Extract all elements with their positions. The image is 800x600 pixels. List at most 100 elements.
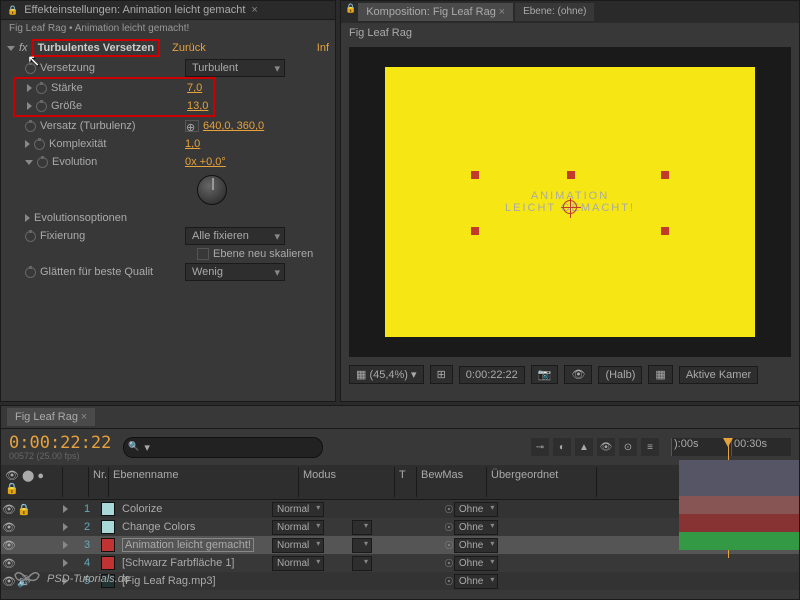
evolution-dial[interactable] bbox=[197, 175, 227, 205]
prop-evo-opts: Evolutionsoptionen bbox=[1, 209, 335, 227]
comp-subtab[interactable]: Fig Leaf Rag bbox=[341, 23, 799, 43]
parent-dropdown[interactable]: Ohne bbox=[454, 538, 498, 553]
track-bar[interactable] bbox=[679, 532, 799, 550]
stopwatch-icon[interactable] bbox=[25, 121, 36, 132]
parent-dropdown[interactable]: Ohne bbox=[454, 520, 498, 535]
layer-name[interactable]: Animation leicht gemacht! bbox=[96, 538, 272, 552]
layer-name[interactable]: Colorize bbox=[96, 502, 272, 516]
color-swatch[interactable] bbox=[101, 520, 115, 534]
current-timecode[interactable]: 0:00:22:22 bbox=[9, 433, 111, 453]
selection-handle[interactable] bbox=[471, 171, 479, 179]
trkmat-dropdown[interactable] bbox=[352, 538, 372, 553]
tab-timeline[interactable]: Fig Leaf Rag × bbox=[7, 408, 95, 426]
timeline-toolbar: ⊸ ◐ ▲ 👁 ⊙ ≡ bbox=[531, 438, 659, 456]
selection-handle[interactable] bbox=[471, 227, 479, 235]
expand-icon[interactable] bbox=[63, 505, 68, 513]
composition-panel: 🔒 Komposition: Fig Leaf Rag × Ebene: (oh… bbox=[340, 0, 800, 402]
layer-name[interactable]: Change Colors bbox=[96, 520, 272, 534]
stopwatch-icon[interactable] bbox=[34, 139, 45, 150]
tab-composition[interactable]: Komposition: Fig Leaf Rag × bbox=[358, 3, 513, 21]
parent-dropdown[interactable]: Ohne bbox=[454, 574, 498, 589]
lock-icon[interactable]: 🔒 bbox=[7, 5, 18, 16]
mode-dropdown[interactable]: Normal bbox=[272, 520, 324, 535]
visibility-toggle[interactable]: 👁 bbox=[1, 521, 17, 534]
tool-icon[interactable]: ⊙ bbox=[619, 438, 637, 456]
mode-dropdown[interactable]: Normal bbox=[272, 556, 324, 571]
pickwhip-icon[interactable]: ☉ bbox=[444, 521, 454, 534]
zoom-dropdown[interactable]: ▦ (45,4%) ▾ bbox=[349, 365, 424, 384]
track-area[interactable] bbox=[679, 460, 799, 550]
parent-dropdown[interactable]: Ohne bbox=[454, 556, 498, 571]
tool-icon[interactable]: ⊸ bbox=[531, 438, 549, 456]
color-swatch[interactable] bbox=[101, 538, 115, 552]
expand-icon[interactable] bbox=[27, 102, 32, 110]
expand-icon[interactable] bbox=[27, 84, 32, 92]
selection-handle[interactable] bbox=[661, 227, 669, 235]
staerke-value[interactable]: 7,0 bbox=[187, 82, 202, 94]
view-control[interactable]: ▦ bbox=[648, 365, 672, 384]
pickwhip-icon[interactable]: ☉ bbox=[444, 539, 454, 552]
versetzung-dropdown[interactable]: Turbulent bbox=[185, 59, 285, 77]
stopwatch-icon[interactable] bbox=[25, 267, 36, 278]
lock-icon[interactable]: 🔒 bbox=[17, 503, 31, 516]
versatz-value[interactable]: 640,0, 360,0 bbox=[203, 120, 264, 132]
selection-handle[interactable] bbox=[661, 171, 669, 179]
tool-icon[interactable]: 👁 bbox=[597, 438, 615, 456]
prop-staerke: Stärke 7,0 bbox=[15, 79, 213, 97]
parent-dropdown[interactable]: Ohne bbox=[454, 502, 498, 517]
tool-icon[interactable]: ◐ bbox=[553, 438, 571, 456]
trkmat-dropdown[interactable] bbox=[352, 520, 372, 535]
evolution-value[interactable]: 0x +0,0° bbox=[185, 156, 226, 168]
stopwatch-icon[interactable] bbox=[25, 231, 36, 242]
mode-dropdown[interactable]: Normal bbox=[272, 538, 324, 553]
trkmat-dropdown[interactable] bbox=[352, 556, 372, 571]
search-input[interactable]: ▾ bbox=[123, 437, 323, 458]
selection-handle[interactable] bbox=[567, 171, 575, 179]
anchor-point-icon[interactable] bbox=[563, 200, 577, 214]
collapse-icon[interactable] bbox=[7, 46, 15, 51]
reset-link[interactable]: Zurück bbox=[172, 42, 206, 54]
viewport[interactable]: ANIMATION LEICHT GEMACHT! bbox=[349, 47, 791, 357]
expand-icon[interactable] bbox=[25, 140, 30, 148]
expand-icon[interactable] bbox=[63, 523, 68, 531]
visibility-toggle[interactable]: 👁 bbox=[1, 539, 17, 552]
track-bar[interactable] bbox=[679, 514, 799, 532]
close-icon[interactable]: × bbox=[251, 4, 257, 16]
expand-icon[interactable] bbox=[25, 214, 30, 222]
expand-icon[interactable] bbox=[63, 541, 68, 549]
track-bar[interactable] bbox=[679, 478, 799, 496]
position-icon[interactable]: ⊕ bbox=[185, 120, 199, 132]
snapshot-icon[interactable]: 📷 bbox=[531, 365, 559, 384]
tool-icon[interactable]: ▲ bbox=[575, 438, 593, 456]
komplex-value[interactable]: 1,0 bbox=[185, 138, 200, 150]
color-swatch[interactable] bbox=[101, 502, 115, 516]
prop-versetzung: Versetzung Turbulent bbox=[1, 59, 335, 77]
pickwhip-icon[interactable]: ☉ bbox=[444, 575, 454, 588]
groesse-value[interactable]: 13,0 bbox=[187, 100, 208, 112]
lock-icon[interactable]: 🔒 bbox=[345, 3, 356, 21]
quality-dropdown[interactable]: (Halb) bbox=[598, 366, 642, 384]
fixierung-dropdown[interactable]: Alle fixieren bbox=[185, 227, 285, 245]
mode-dropdown[interactable]: Normal bbox=[272, 502, 324, 517]
pickwhip-icon[interactable]: ☉ bbox=[444, 557, 454, 570]
glaetten-dropdown[interactable]: Wenig bbox=[185, 263, 285, 281]
info-link[interactable]: Inf bbox=[317, 42, 329, 54]
resolution-control[interactable]: ⊞ bbox=[430, 365, 453, 384]
tool-icon[interactable]: ≡ bbox=[641, 438, 659, 456]
time-display[interactable]: 0:00:22:22 bbox=[459, 366, 525, 384]
stopwatch-icon[interactable] bbox=[36, 101, 47, 112]
stopwatch-icon[interactable] bbox=[25, 63, 36, 74]
camera-dropdown[interactable]: Aktive Kamer bbox=[679, 366, 758, 384]
canvas[interactable]: ANIMATION LEICHT GEMACHT! bbox=[385, 67, 755, 337]
stopwatch-icon[interactable] bbox=[37, 157, 48, 168]
channel-icon[interactable]: 👁 bbox=[564, 365, 592, 384]
stopwatch-icon[interactable] bbox=[36, 83, 47, 94]
tab-layer[interactable]: Ebene: (ohne) bbox=[515, 3, 594, 21]
track-bar[interactable] bbox=[679, 496, 799, 514]
visibility-toggle[interactable]: 👁 bbox=[1, 503, 17, 516]
effect-name[interactable]: Turbulentes Versetzen bbox=[32, 39, 161, 57]
pickwhip-icon[interactable]: ☉ bbox=[444, 503, 454, 516]
expand-icon[interactable] bbox=[25, 160, 33, 165]
track-bar[interactable] bbox=[679, 460, 799, 478]
prop-evolution: Evolution 0x +0,0° bbox=[1, 153, 335, 171]
